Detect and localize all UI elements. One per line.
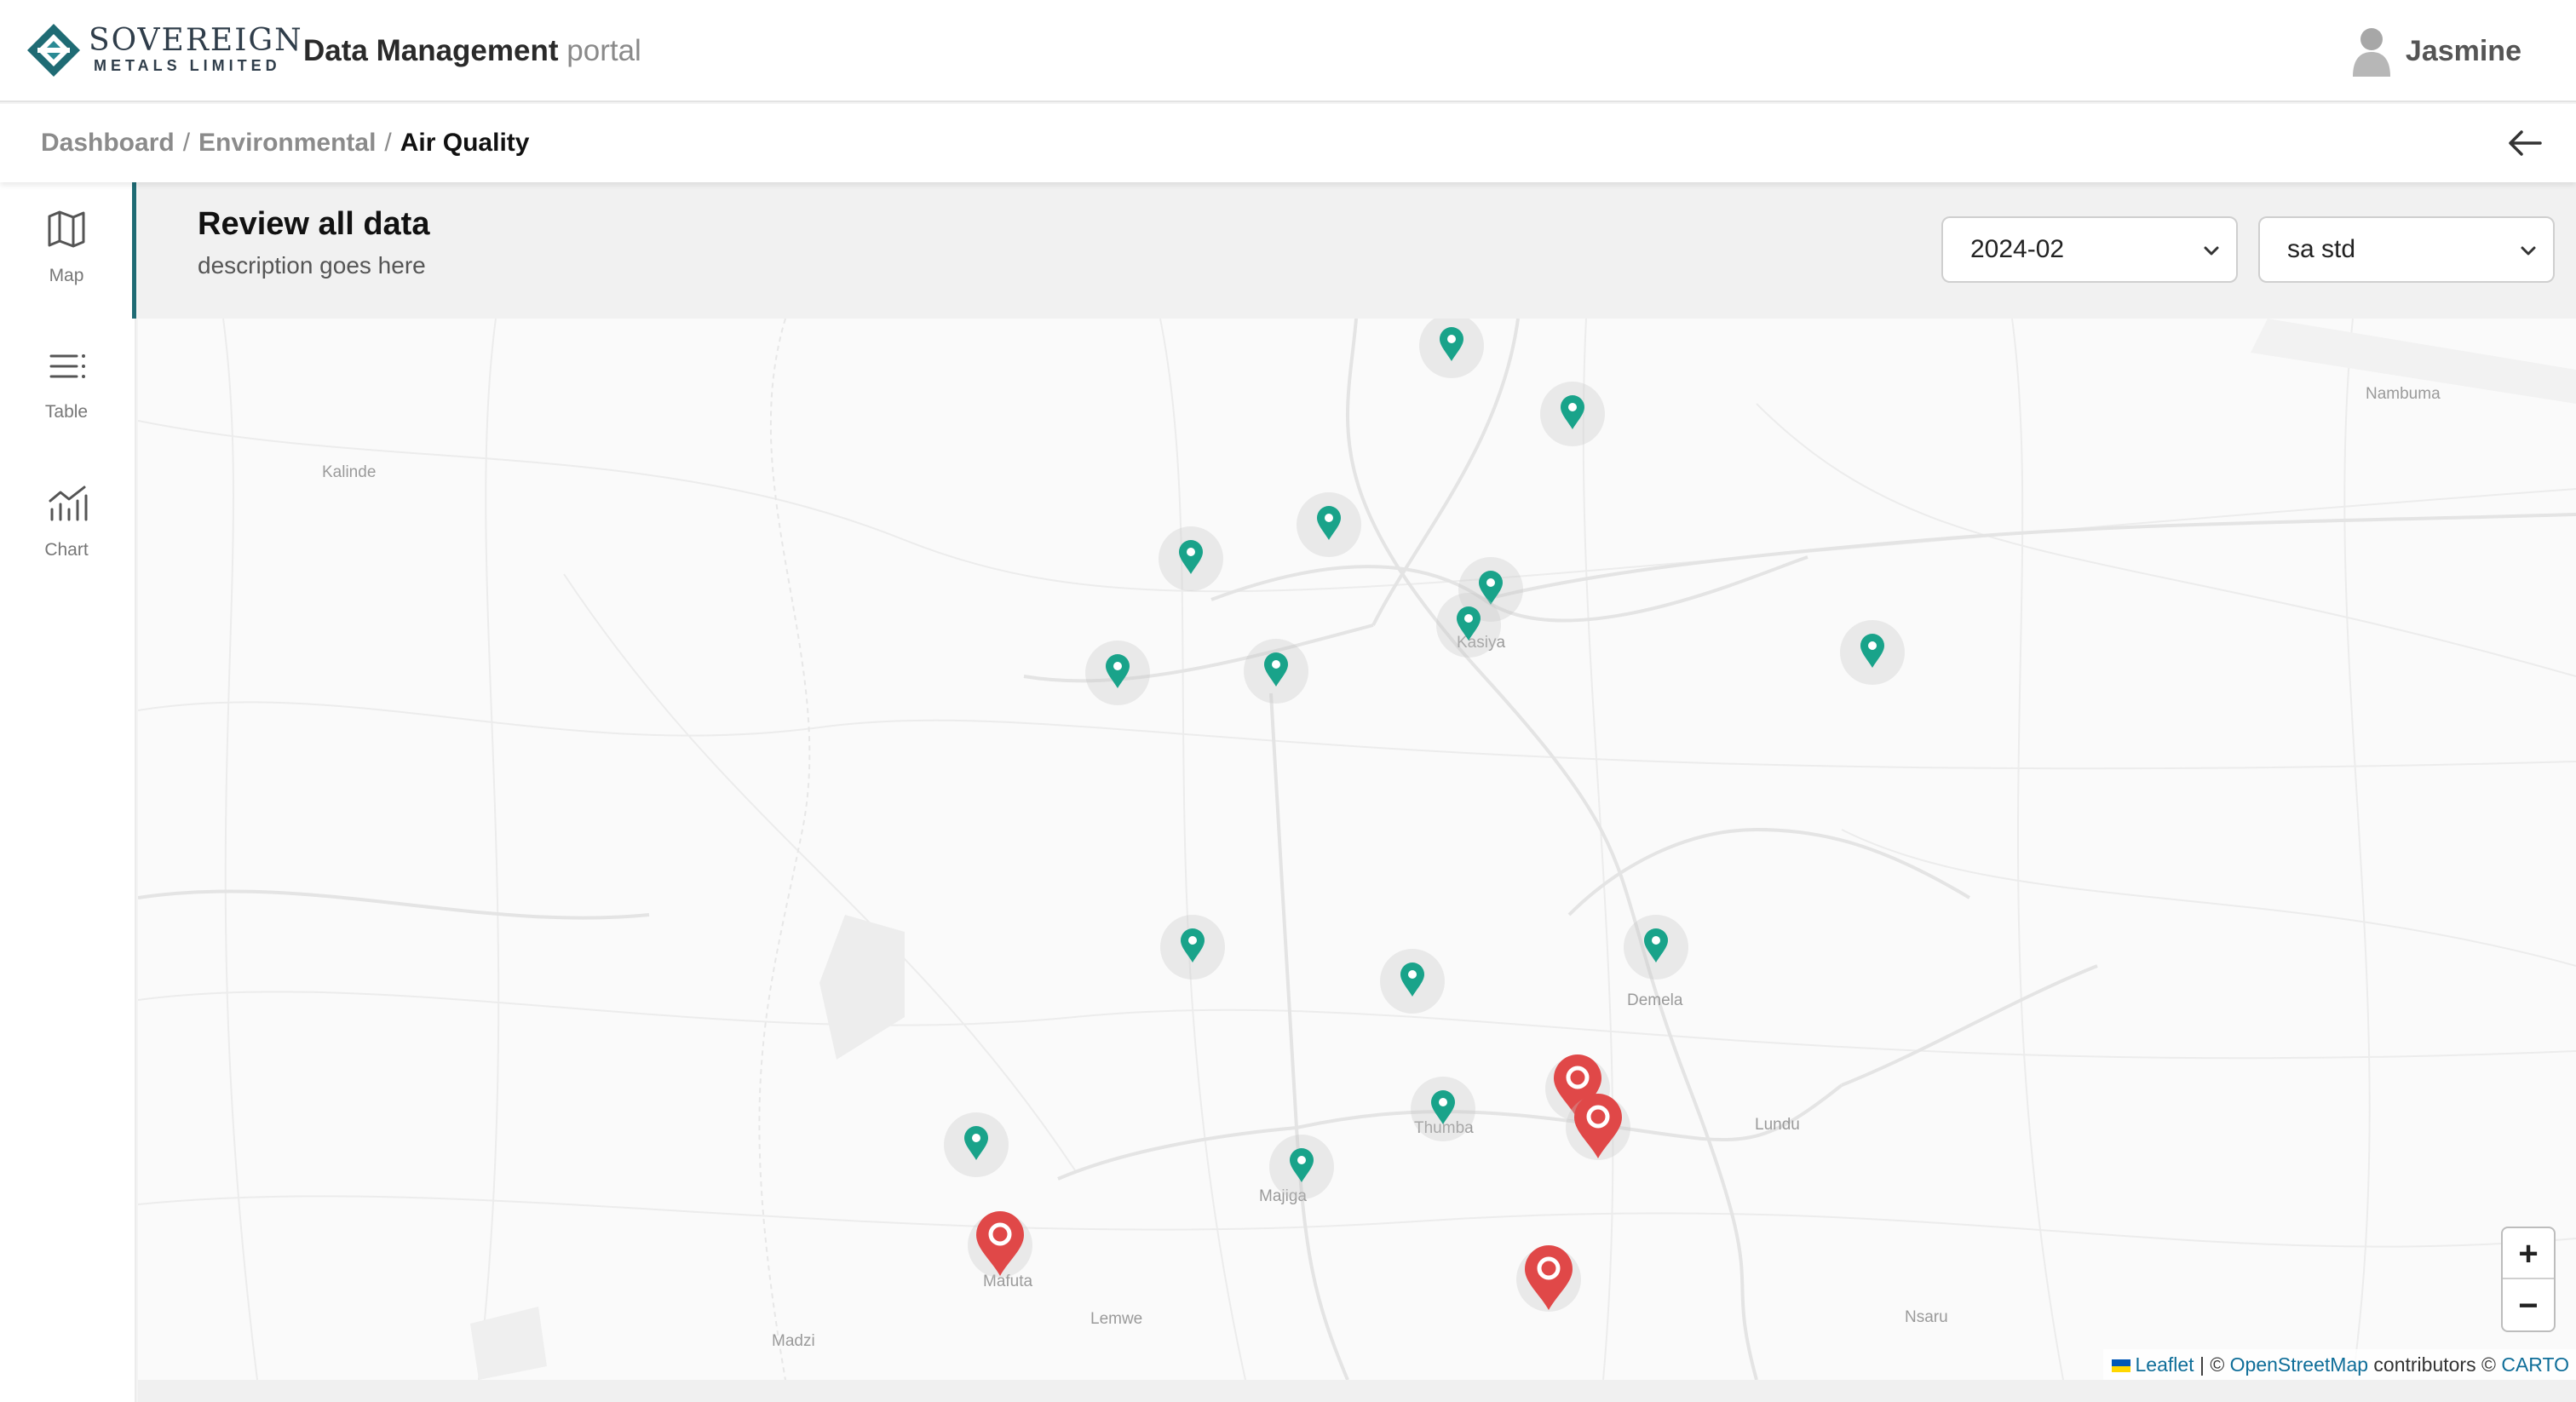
content-header: Review all data description goes here 20…	[138, 182, 2576, 319]
sidebar: Map Table Chart	[0, 182, 136, 1402]
breadcrumb-bar: Dashboard / Environmental / Air Quality	[0, 104, 2576, 182]
leaflet-link[interactable]: Leaflet	[2136, 1353, 2194, 1376]
ukraine-flag-icon	[2111, 1359, 2130, 1372]
breadcrumb-current: Air Quality	[400, 129, 530, 157]
chevron-down-icon	[2204, 246, 2219, 256]
place-label: Demela	[1627, 991, 1683, 1009]
map-pin-icon	[1290, 1148, 1314, 1182]
date-select[interactable]: 2024-02	[1941, 216, 2238, 283]
chart-icon	[49, 486, 88, 521]
page-title: Review all data	[198, 206, 430, 242]
attribution-separator: | ©	[2194, 1353, 2230, 1376]
sidebar-item-table[interactable]: Table	[0, 319, 136, 455]
map-pin-icon	[1574, 1094, 1622, 1158]
list-icon	[49, 354, 85, 378]
place-label: Lundu	[1755, 1116, 1800, 1134]
date-select-value: 2024-02	[1970, 235, 2065, 263]
place-label: Nsaru	[1905, 1308, 1948, 1326]
zoom-control: + −	[2501, 1227, 2556, 1332]
page-description: description goes here	[198, 252, 426, 279]
place-label: Madzi	[772, 1332, 815, 1350]
map-pin-icon	[1264, 652, 1288, 687]
logo-subtitle: METALS LIMITED	[94, 57, 281, 74]
map-pin-icon	[1525, 1245, 1573, 1310]
map-view[interactable]: Nambuma Kalinde Kasiya Demela Lundu Thum…	[138, 319, 2576, 1380]
map-pin-icon	[1106, 654, 1130, 688]
zoom-out-button[interactable]: −	[2503, 1280, 2554, 1331]
company-logo[interactable]: SOVEREIGN METALS LIMITED	[26, 22, 302, 80]
map-pin-icon	[1457, 606, 1481, 641]
place-label: Nambuma	[2366, 385, 2441, 403]
osm-link[interactable]: OpenStreetMap	[2230, 1353, 2368, 1376]
logo-name: SOVEREIGN	[89, 23, 303, 58]
standard-select[interactable]: sa std	[2258, 216, 2555, 283]
user-avatar-icon	[2352, 28, 2390, 77]
map-pin-icon	[1317, 506, 1341, 540]
map-pin-icon	[964, 1126, 988, 1160]
sidebar-item-label: Table	[44, 402, 89, 422]
breadcrumb: Dashboard / Environmental / Air Quality	[41, 123, 529, 164]
app-title-strong: Data Management	[303, 34, 559, 67]
map-base-layer	[138, 319, 2576, 1380]
breadcrumb-separator: /	[182, 129, 191, 157]
map-pin-icon	[1440, 327, 1463, 361]
user-name: Jasmine	[2405, 34, 2521, 67]
sidebar-item-map[interactable]: Map	[0, 182, 136, 319]
app-title: Data Management portal	[303, 31, 641, 72]
logo-diamond-icon	[27, 24, 80, 77]
map-pin-icon	[1400, 962, 1424, 997]
map-pin-icon	[1179, 540, 1203, 574]
map-pin-icon	[1644, 928, 1668, 962]
user-menu[interactable]: Jasmine	[2351, 26, 2521, 77]
map-pin-icon	[976, 1211, 1024, 1276]
map-attribution: Leaflet | © OpenStreetMap contributors ©…	[2102, 1349, 2576, 1380]
footer-strip	[138, 1380, 2576, 1402]
map-pin-icon	[1561, 395, 1584, 429]
breadcrumb-separator: /	[384, 129, 392, 157]
sidebar-item-label: Chart	[44, 540, 89, 560]
map-pin-icon	[1431, 1090, 1455, 1124]
map-icon	[48, 210, 84, 248]
zoom-in-button[interactable]: +	[2503, 1228, 2554, 1279]
carto-link[interactable]: CARTO	[2501, 1353, 2569, 1376]
sidebar-item-chart[interactable]: Chart	[0, 455, 136, 591]
arrow-left-icon	[2509, 130, 2542, 156]
place-label: Kalinde	[322, 463, 377, 481]
attribution-contributors: contributors ©	[2368, 1353, 2502, 1376]
map-pin-icon	[1860, 634, 1884, 668]
place-label: Lemwe	[1090, 1310, 1143, 1328]
chevron-down-icon	[2521, 246, 2536, 256]
breadcrumb-dashboard[interactable]: Dashboard	[41, 129, 175, 157]
breadcrumb-environmental[interactable]: Environmental	[198, 129, 376, 157]
sidebar-item-label: Map	[49, 266, 84, 285]
back-button[interactable]	[2499, 121, 2550, 165]
map-pin-icon	[1181, 928, 1205, 962]
top-header: SOVEREIGN METALS LIMITED Data Management…	[0, 0, 2576, 102]
app-title-light: portal	[566, 34, 641, 67]
standard-select-value: sa std	[2287, 235, 2356, 263]
